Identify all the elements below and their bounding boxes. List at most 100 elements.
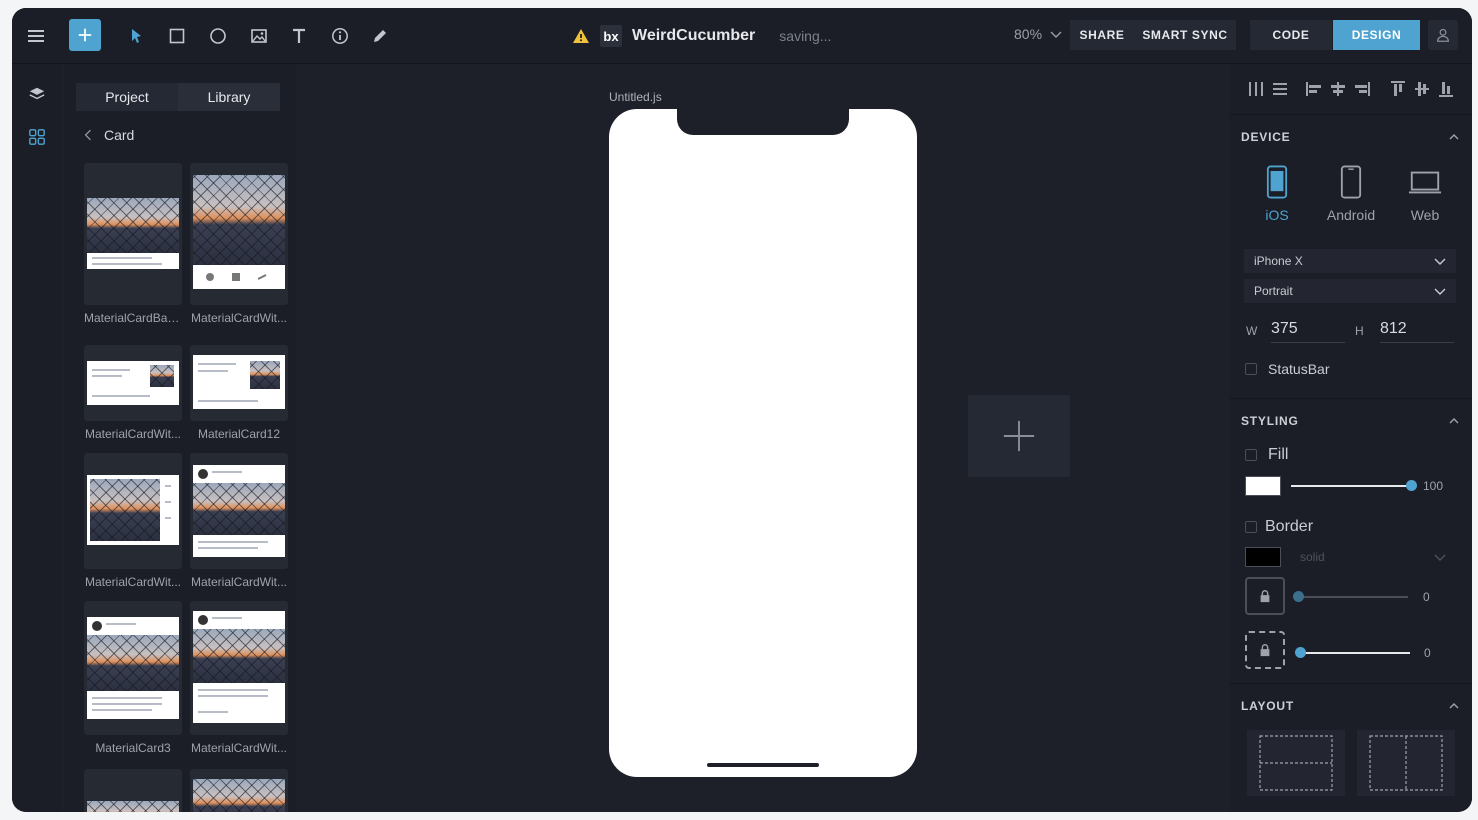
- builderx-logo: bx: [600, 25, 622, 47]
- tab-project[interactable]: Project: [76, 83, 178, 111]
- add-screen-button[interactable]: [968, 395, 1070, 477]
- code-button[interactable]: CODE: [1250, 20, 1332, 50]
- card-thumbnail: [84, 453, 182, 569]
- device-option-android[interactable]: Android: [1316, 165, 1386, 223]
- card-label: MaterialCardWit...: [84, 575, 182, 589]
- border-checkbox[interactable]: [1245, 521, 1257, 533]
- card-material-with-avatar[interactable]: MaterialCardWit...: [190, 453, 288, 589]
- app-window: bx WeirdCucumber saving... 80% SHARE SMA…: [12, 8, 1472, 812]
- card-material-card-12[interactable]: MaterialCard12: [190, 345, 288, 441]
- zoom-dropdown[interactable]: 80%: [1014, 26, 1062, 42]
- iphone-artboard[interactable]: [609, 109, 917, 777]
- card-thumbnail: [190, 345, 288, 421]
- project-name[interactable]: WeirdCucumber: [632, 27, 755, 45]
- laptop-icon: [1408, 171, 1442, 194]
- tab-library[interactable]: Library: [178, 83, 280, 111]
- card-label: MaterialCard3: [95, 741, 171, 755]
- align-left-icon[interactable]: [1304, 79, 1324, 99]
- border-radius-lock[interactable]: [1245, 631, 1285, 669]
- styling-section-title: STYLING: [1241, 414, 1299, 428]
- card-material-basic[interactable]: MaterialCardBasic: [84, 163, 182, 325]
- share-button[interactable]: SHARE: [1070, 20, 1134, 50]
- card-thumbnail: [190, 769, 288, 812]
- card-partial[interactable]: [190, 769, 288, 812]
- device-model-select[interactable]: iPhone X: [1244, 249, 1456, 273]
- smart-sync-button[interactable]: SMART SYNC: [1134, 20, 1236, 50]
- card-material-with-actions[interactable]: MaterialCardWit...: [190, 163, 288, 325]
- breadcrumb-label: Card: [104, 127, 135, 143]
- statusbar-checkbox[interactable]: [1245, 363, 1257, 375]
- fill-opacity-value[interactable]: 100: [1423, 479, 1443, 493]
- device-option-ios[interactable]: iOS: [1242, 165, 1312, 223]
- orientation-select[interactable]: Portrait: [1244, 279, 1456, 303]
- border-radius-thumb[interactable]: [1295, 647, 1306, 658]
- chevron-up-icon[interactable]: [1448, 700, 1460, 712]
- width-input[interactable]: 375: [1271, 320, 1345, 343]
- layout-columns-option[interactable]: [1357, 730, 1455, 796]
- device-option-web[interactable]: Web: [1390, 165, 1460, 223]
- align-center-icon[interactable]: [1328, 79, 1348, 99]
- artboard-file-name[interactable]: Untitled.js: [609, 90, 662, 104]
- image-tool-icon[interactable]: [245, 22, 273, 50]
- border-color-swatch[interactable]: [1245, 547, 1281, 567]
- layout-rows-option[interactable]: [1247, 730, 1345, 796]
- card-label: MaterialCardWit...: [190, 741, 288, 755]
- pointer-tool-icon[interactable]: [122, 22, 150, 50]
- border-width-track[interactable]: [1298, 596, 1408, 598]
- chevron-down-icon: [1050, 31, 1062, 38]
- border-width-lock[interactable]: [1245, 577, 1285, 615]
- components-grid-icon[interactable]: [25, 125, 49, 149]
- border-style-value: solid: [1300, 550, 1325, 564]
- home-indicator: [707, 763, 819, 767]
- menu-icon[interactable]: [22, 22, 50, 50]
- lock-icon: [1260, 590, 1270, 603]
- card-material-card-3[interactable]: MaterialCard3: [84, 601, 182, 755]
- plus-icon: [1003, 420, 1035, 452]
- card-material-with-action-1[interactable]: MaterialCardWit...: [190, 601, 288, 755]
- align-bottom-icon[interactable]: [1436, 79, 1456, 99]
- card-thumbnail: [190, 601, 288, 735]
- fill-checkbox[interactable]: [1245, 449, 1257, 461]
- design-canvas[interactable]: Untitled.js: [296, 65, 1228, 812]
- border-radius-track[interactable]: [1300, 652, 1410, 654]
- text-tool-icon[interactable]: [285, 22, 313, 50]
- ellipse-tool-icon[interactable]: [204, 22, 232, 50]
- distribute-horizontal-icon[interactable]: [1246, 79, 1266, 99]
- card-label: MaterialCardBasic: [84, 311, 182, 325]
- pencil-tool-icon[interactable]: [366, 22, 394, 50]
- properties-panel: DEVICE iOS Android Web iPhone X Portrait…: [1230, 65, 1472, 812]
- card-partial[interactable]: [84, 769, 182, 812]
- card-material-with-title[interactable]: MaterialCardWit...: [84, 345, 182, 441]
- warning-icon[interactable]: [572, 27, 590, 45]
- info-tool-icon[interactable]: [326, 22, 354, 50]
- chevron-up-icon[interactable]: [1448, 415, 1460, 427]
- breadcrumb[interactable]: Card: [84, 127, 134, 143]
- border-radius-value[interactable]: 0: [1424, 646, 1431, 660]
- fill-opacity-thumb[interactable]: [1406, 480, 1417, 491]
- border-width-thumb[interactable]: [1293, 591, 1304, 602]
- border-label: Border: [1265, 518, 1314, 535]
- add-element-button[interactable]: [69, 19, 101, 51]
- layout-section-title: LAYOUT: [1241, 699, 1295, 713]
- rows-layout-icon: [1259, 735, 1333, 791]
- border-width-value[interactable]: 0: [1423, 590, 1430, 604]
- library-panel: Project Library Card MaterialCardBasic M…: [64, 65, 296, 812]
- alignment-toolbar: [1230, 65, 1472, 115]
- rectangle-tool-icon[interactable]: [163, 22, 191, 50]
- layers-icon[interactable]: [25, 82, 49, 106]
- distribute-vertical-icon[interactable]: [1270, 79, 1290, 99]
- design-button[interactable]: DESIGN: [1333, 20, 1420, 50]
- section-divider: [1230, 683, 1472, 684]
- fill-opacity-track[interactable]: [1291, 485, 1411, 487]
- border-style-select[interactable]: solid: [1290, 545, 1456, 569]
- chevron-up-icon[interactable]: [1448, 131, 1460, 143]
- fill-label: Fill: [1268, 446, 1289, 463]
- card-thumbnail: [84, 345, 182, 421]
- fill-color-swatch[interactable]: [1245, 476, 1281, 496]
- align-middle-icon[interactable]: [1412, 79, 1432, 99]
- align-right-icon[interactable]: [1352, 79, 1372, 99]
- card-material-with-side-actions[interactable]: MaterialCardWit...: [84, 453, 182, 589]
- height-input[interactable]: 812: [1380, 320, 1454, 343]
- align-top-icon[interactable]: [1388, 79, 1408, 99]
- user-account-button[interactable]: [1428, 20, 1458, 50]
